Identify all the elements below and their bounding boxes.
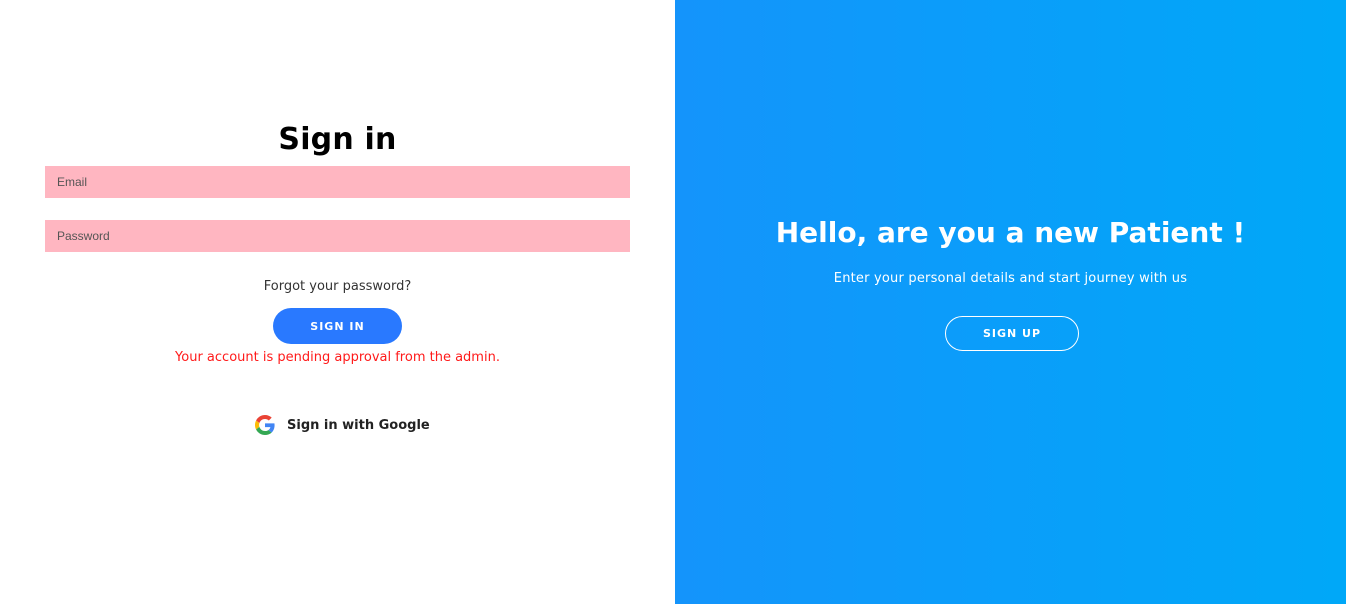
google-signin-label: Sign in with Google (287, 417, 430, 433)
signup-panel-subtitle: Enter your personal details and start jo… (833, 271, 1188, 286)
signin-button[interactable]: SIGN IN (273, 308, 402, 344)
signin-panel: Sign in Forgot your password? SIGN IN Yo… (0, 0, 675, 604)
signup-button[interactable]: SIGN UP (945, 316, 1079, 351)
signin-title: Sign in (278, 122, 397, 157)
email-input[interactable] (45, 166, 630, 198)
error-message: Your account is pending approval from th… (175, 350, 500, 365)
signup-panel-title: Hello, are you a new Patient ! (775, 216, 1246, 249)
google-icon (255, 415, 275, 435)
forgot-password-link[interactable]: Forgot your password? (0, 279, 675, 294)
auth-page: Sign in Forgot your password? SIGN IN Yo… (0, 0, 1346, 604)
signup-panel: Hello, are you a new Patient ! Enter you… (675, 0, 1346, 604)
password-input[interactable] (45, 220, 630, 252)
google-signin-button[interactable]: Sign in with Google (250, 410, 430, 440)
